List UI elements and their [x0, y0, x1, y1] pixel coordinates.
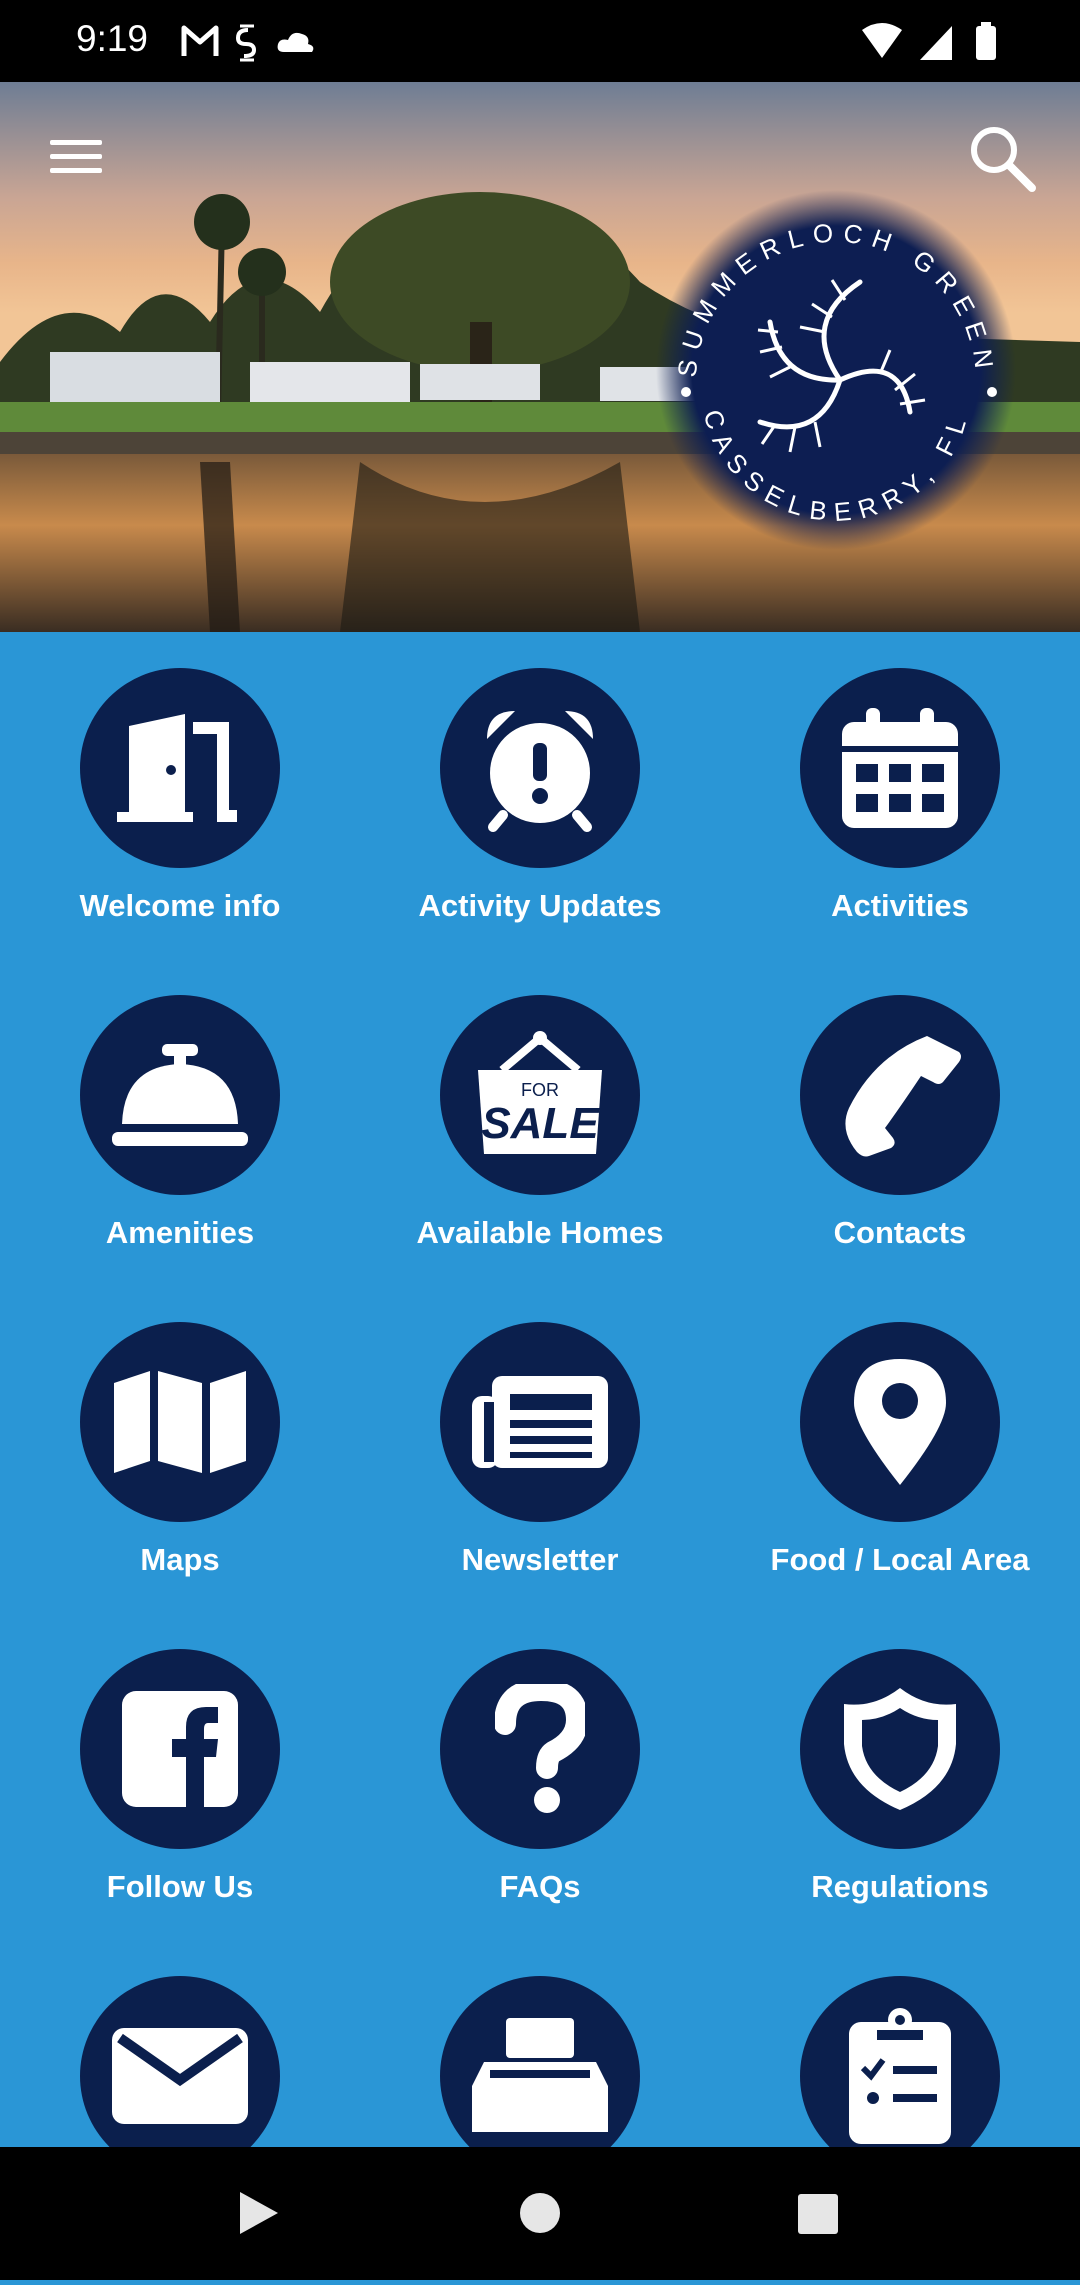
tile-checklist[interactable] — [720, 1940, 1080, 2147]
tile-faqs[interactable]: FAQs — [360, 1613, 720, 1933]
tile-fax[interactable] — [360, 1940, 720, 2147]
search-button[interactable] — [966, 122, 1038, 194]
sign-small-text: FOR — [521, 1080, 559, 1100]
facebook-icon — [122, 1691, 238, 1807]
cloud-icon — [277, 32, 314, 52]
tile-label: FAQs — [499, 1869, 581, 1904]
tile-label: Maps — [140, 1542, 220, 1577]
fax-machine-icon — [472, 2018, 608, 2132]
tile-contacts[interactable]: Contacts — [720, 959, 1080, 1279]
menu-button[interactable] — [50, 140, 102, 180]
back-icon[interactable] — [240, 2192, 278, 2234]
tile-follow-us[interactable]: Follow Us — [0, 1613, 360, 1933]
tile-label: Welcome info — [79, 888, 281, 923]
tile-amenities[interactable]: Amenities — [0, 959, 360, 1279]
battery-icon — [976, 22, 996, 60]
tile-activities[interactable]: Activities — [720, 632, 1080, 952]
tile-email[interactable] — [0, 1940, 360, 2147]
question-mark-icon — [495, 1684, 585, 1813]
tile-label: Regulations — [811, 1869, 989, 1904]
wifi-icon — [862, 23, 902, 58]
tile-activity-updates[interactable]: Activity Updates — [360, 632, 720, 952]
service-bell-icon — [112, 1044, 248, 1146]
phone-icon — [845, 1036, 961, 1157]
sync-icon — [235, 24, 257, 62]
tile-label: Available Homes — [416, 1215, 664, 1250]
tile-label: Contacts — [833, 1215, 967, 1250]
shield-icon — [844, 1688, 956, 1810]
tile-label: Activity Updates — [418, 888, 662, 923]
signal-icon — [920, 26, 952, 60]
recents-icon[interactable] — [798, 2194, 838, 2234]
sign-big-text: SALE — [481, 1099, 600, 1148]
map-icon — [114, 1371, 246, 1473]
tile-regulations[interactable]: Regulations — [720, 1613, 1080, 1933]
home-icon[interactable] — [520, 2193, 560, 2233]
clipboard-checklist-icon — [849, 2008, 951, 2144]
tile-label: Newsletter — [461, 1542, 619, 1577]
navigation-bar — [0, 2147, 1080, 2280]
alarm-clock-icon — [487, 711, 593, 832]
newspaper-icon — [472, 1376, 608, 1468]
tile-label: Activities — [831, 888, 969, 923]
map-pin-icon — [854, 1359, 946, 1485]
gmail-icon — [181, 25, 219, 56]
status-time: 9:19 — [76, 18, 149, 59]
for-sale-sign-icon: FOR SALE — [478, 1031, 602, 1154]
tile-newsletter[interactable]: Newsletter — [360, 1286, 720, 1606]
tile-welcome-info[interactable]: Welcome info — [0, 632, 360, 952]
header-banner: SUMMERLOCH GREEN CASSELBERRY, FL — [0, 82, 1080, 632]
tile-label: Follow Us — [106, 1869, 254, 1904]
status-bar: 9:19 — [0, 0, 1080, 82]
door-icon — [117, 714, 237, 822]
search-icon — [971, 127, 1036, 192]
calendar-icon — [842, 708, 958, 828]
tile-label: Food / Local Area — [770, 1542, 1030, 1577]
menu-grid: Welcome info Activity Updates Activities… — [0, 632, 1080, 2147]
envelope-icon — [112, 2028, 248, 2124]
tile-food-local-area[interactable]: Food / Local Area — [720, 1286, 1080, 1606]
tile-available-homes[interactable]: FOR SALE Available Homes — [360, 959, 720, 1279]
tile-label: Amenities — [105, 1215, 255, 1250]
tile-maps[interactable]: Maps — [0, 1286, 360, 1606]
